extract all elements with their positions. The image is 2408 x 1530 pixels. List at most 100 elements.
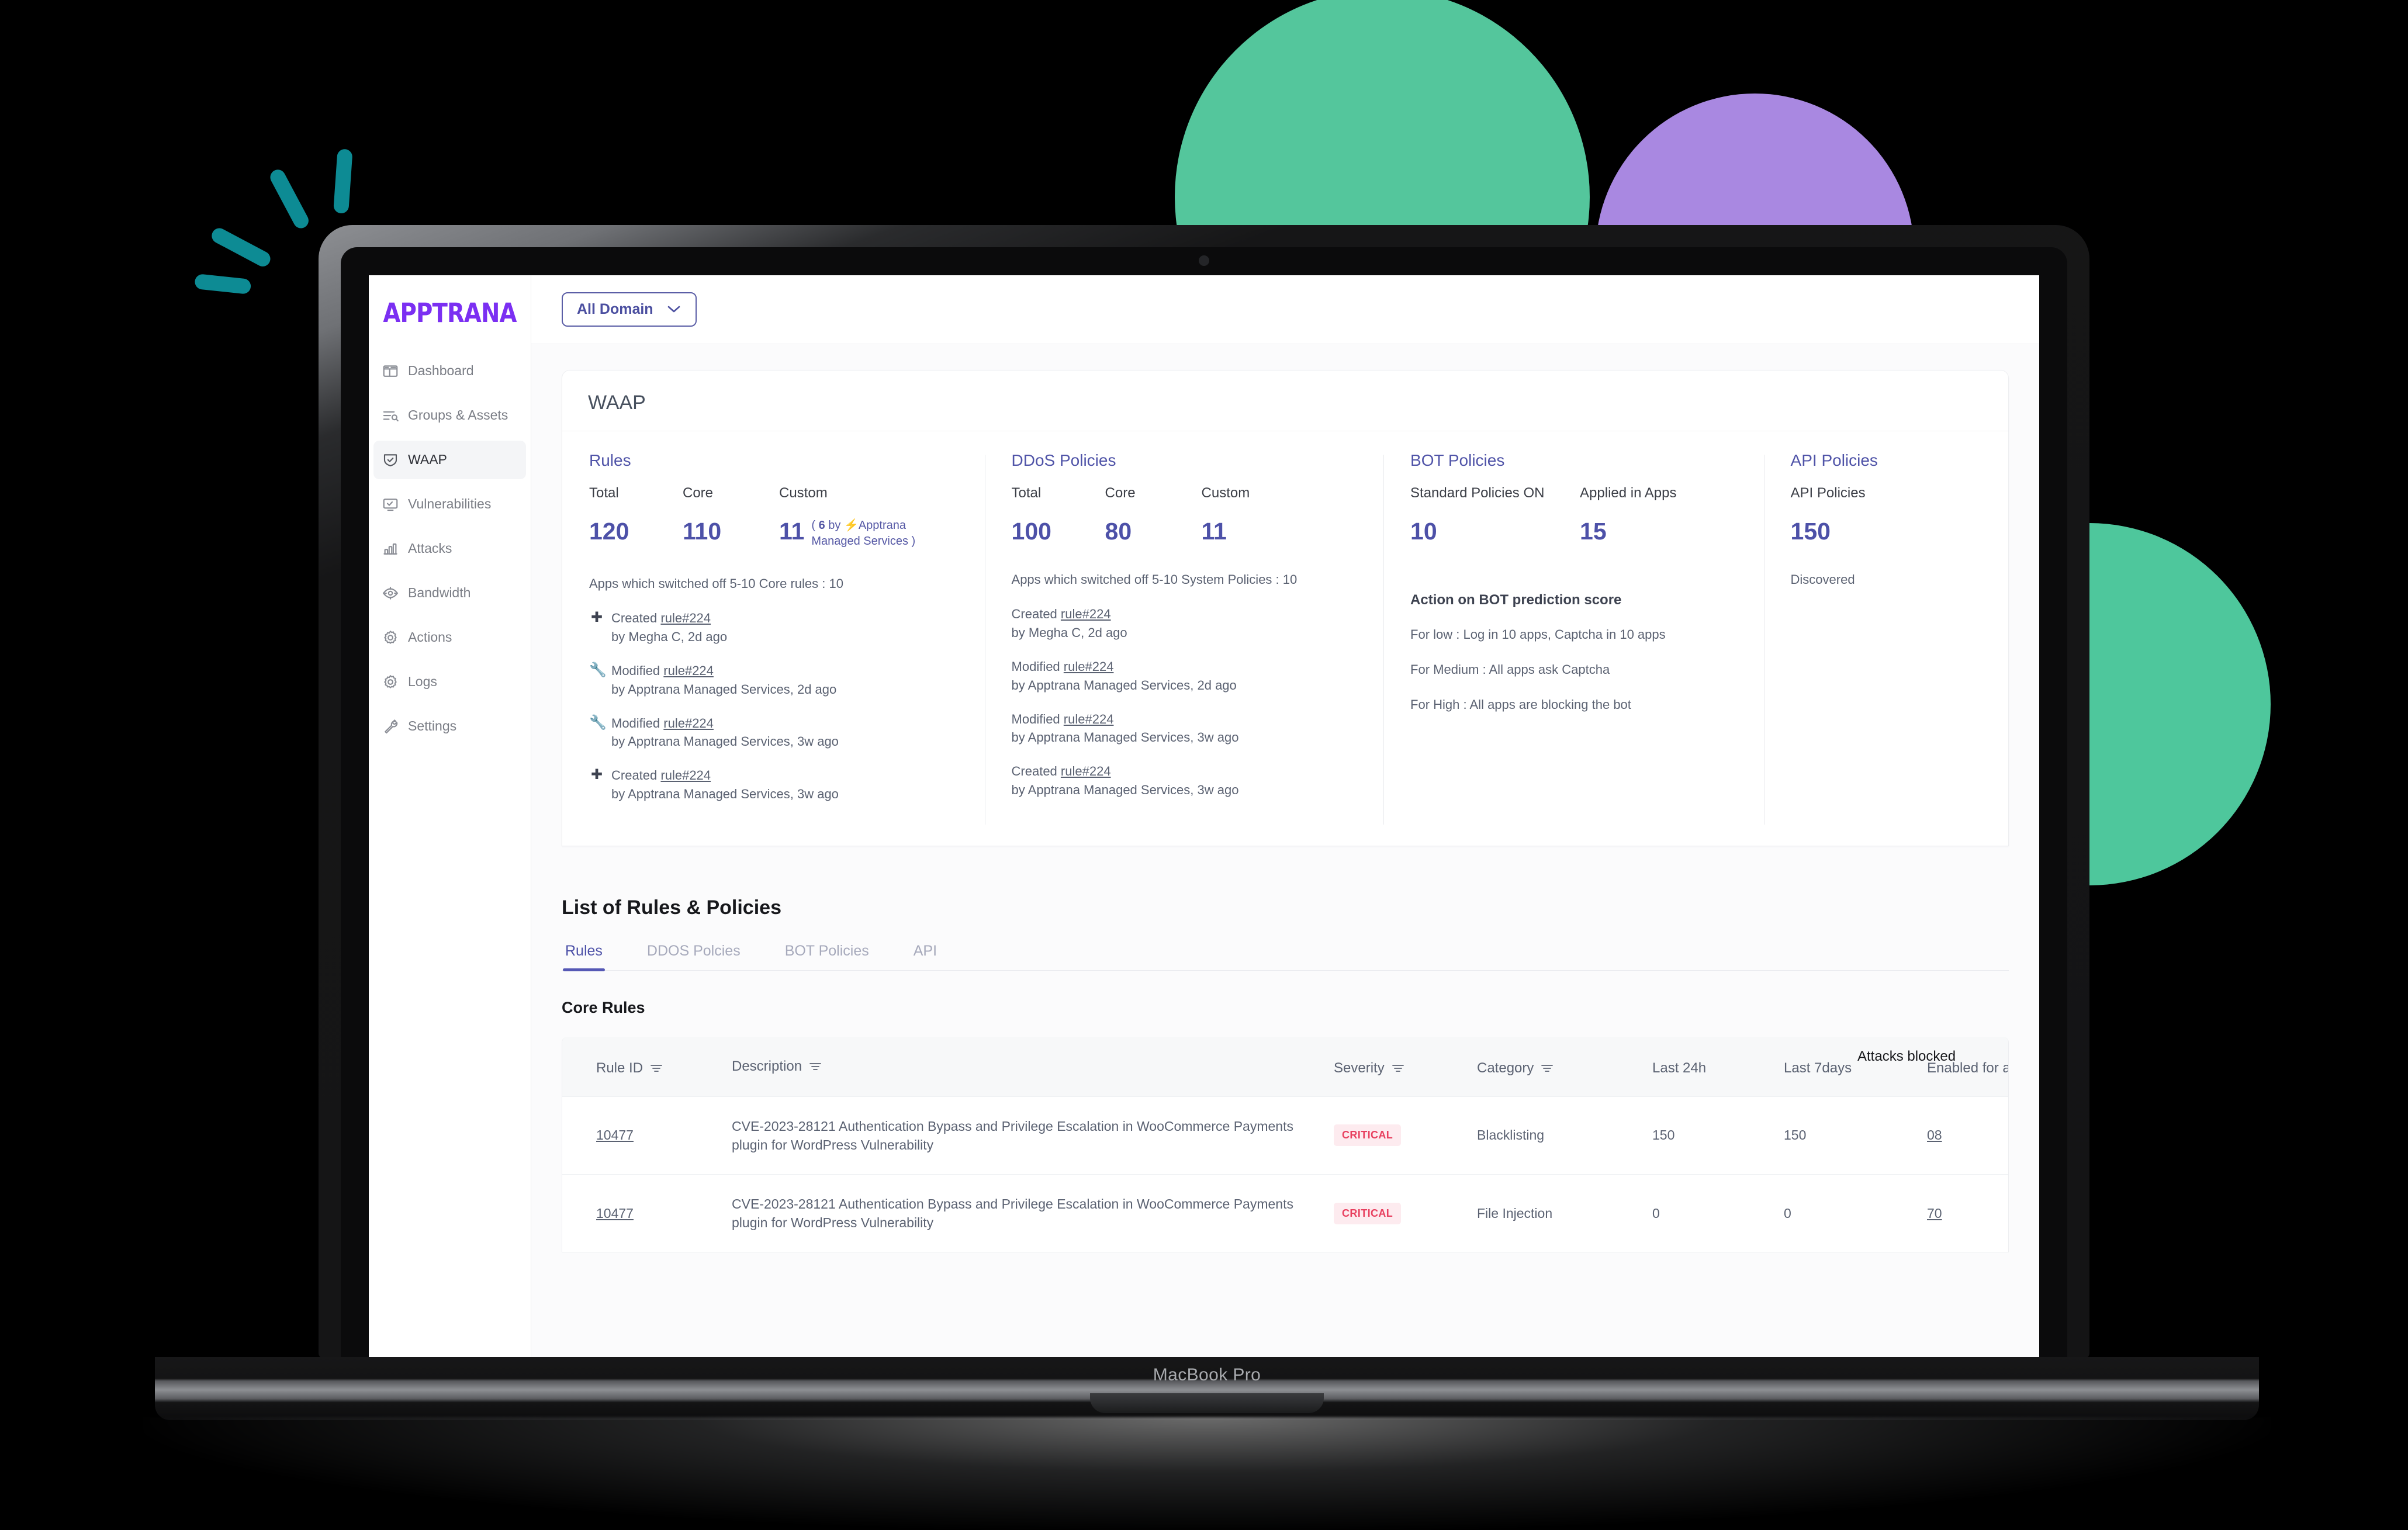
bot-action-heading: Action on BOT prediction score: [1410, 592, 1622, 608]
enabled-for-link[interactable]: 08: [1927, 1127, 1942, 1143]
chevron-down-icon: [666, 301, 681, 318]
filter-icon[interactable]: [1541, 1063, 1554, 1074]
attacks-blocked-group-header: Attacks blocked: [1857, 1048, 1956, 1065]
tab-api[interactable]: API: [914, 943, 937, 970]
waap-columns: Rules Total 120 Core 110 Custom 11 (6 b…: [562, 431, 2008, 846]
section-title: Core Rules: [562, 999, 645, 1017]
stat-label: API Policies: [1790, 485, 1866, 501]
activity-item: Created rule#224 by Apptrana Managed Serv…: [1012, 762, 1357, 799]
cell-category: Blacklisting: [1477, 1096, 1652, 1175]
column-title: Rules: [589, 451, 631, 469]
content: WAAP Rules Total 120 Core 110 Custom 11 …: [531, 344, 2039, 1253]
sidebar-item-bandwidth[interactable]: Bandwidth: [373, 574, 526, 612]
waap-column-ddos: DDoS Policies Total 100 Core 80 Custom 1…: [984, 451, 1384, 825]
rule-link[interactable]: rule#224: [660, 611, 711, 625]
filter-icon[interactable]: [650, 1063, 663, 1074]
tab-ddos-policies[interactable]: DDOS Polcies: [647, 943, 741, 970]
rule-id-link[interactable]: 10477: [596, 1127, 634, 1143]
stat-value: 110: [683, 518, 722, 545]
rule-link[interactable]: rule#224: [1061, 607, 1111, 621]
stat-value: 11: [1201, 518, 1227, 545]
domain-filter-dropdown[interactable]: All Domain: [562, 292, 697, 327]
switched-off-summary: Apps which switched off 5-10 System Poli…: [1011, 572, 1298, 587]
stat-label: Applied in Apps: [1580, 485, 1677, 501]
cell-description: CVE-2023-28121 Authentication Bypass and…: [732, 1096, 1334, 1175]
stat-label: Custom: [1201, 485, 1250, 501]
sidebar-item-label: WAAP: [408, 452, 447, 468]
monitor-check-icon: [382, 496, 399, 513]
waap-summary-card: WAAP Rules Total 120 Core 110 Custom 11 …: [562, 370, 2009, 847]
rule-link[interactable]: rule#224: [1064, 659, 1114, 674]
sidebar-item-label: Actions: [408, 629, 452, 645]
filter-icon[interactable]: [1392, 1063, 1404, 1074]
tab-rules[interactable]: Rules: [563, 943, 605, 972]
wrench-icon: [382, 718, 399, 735]
shield-check-icon: [382, 451, 399, 469]
cell-last-24h: 0: [1652, 1174, 1784, 1252]
rule-link[interactable]: rule#224: [663, 716, 714, 731]
rule-link[interactable]: rule#224: [660, 768, 711, 783]
table-row[interactable]: 10477 CVE-2023-28121 Authentication Bypa…: [562, 1174, 2008, 1252]
stat-value: 11: [779, 518, 805, 545]
activity-meta: by Apptrana Managed Services, 3w ago: [611, 787, 839, 802]
stat-value: 150: [1790, 518, 1831, 545]
app-screen: APPTRANA Dashboard Groups & Assets WAAP …: [369, 275, 2039, 1359]
groups-assets-icon: [382, 407, 399, 424]
sidebar-item-dashboard[interactable]: Dashboard: [373, 352, 526, 390]
stat-value: 15: [1580, 518, 1607, 545]
stat-total: Total 100: [1012, 485, 1105, 545]
stat-total: Total 120: [589, 485, 683, 549]
sidebar-item-groups-assets[interactable]: Groups & Assets: [373, 396, 526, 435]
bar-chart-icon: [382, 540, 399, 558]
filter-icon[interactable]: [809, 1061, 822, 1072]
column-header-rule-id[interactable]: Rule ID: [562, 1037, 732, 1096]
topbar: All Domain: [531, 275, 2039, 344]
plus-icon: ✚: [590, 767, 603, 783]
waap-column-bot: BOT Policies Standard Policies ON 10 App…: [1383, 451, 1764, 825]
sidebar-item-waap[interactable]: WAAP: [373, 441, 526, 479]
sidebar-item-actions[interactable]: Actions: [373, 618, 526, 657]
page-title: List of Rules & Policies: [562, 896, 781, 919]
cell-last-7days: 0: [1784, 1174, 1927, 1252]
activity-action: Modified: [611, 715, 660, 731]
sidebar-item-label: Groups & Assets: [408, 407, 508, 423]
sidebar-item-vulnerabilities[interactable]: Vulnerabilities: [373, 485, 526, 524]
main-area: All Domain WAAP Rules Total 120 Core 110…: [531, 275, 2039, 1359]
sidebar-item-label: Vulnerabilities: [408, 496, 492, 512]
stat-value: 100: [1011, 518, 1051, 545]
activity-action: Modified: [1011, 659, 1060, 674]
gear-icon: [382, 673, 399, 691]
rule-link[interactable]: rule#224: [1061, 764, 1111, 778]
rule-id-link[interactable]: 10477: [596, 1206, 634, 1221]
lightning-icon: ⚡: [843, 519, 859, 532]
stat-core: Core 80: [1105, 485, 1202, 545]
activity-item: Modified rule#224 by Apptrana Managed Ser…: [1012, 710, 1357, 747]
column-header-last-7days: Last 7days: [1784, 1060, 1852, 1076]
enabled-for-link[interactable]: 70: [1927, 1206, 1942, 1221]
rule-link[interactable]: rule#224: [1064, 712, 1114, 726]
column-header-last-24h: Last 24h: [1652, 1060, 1707, 1076]
rules-table: Attacks blocked Rule ID Description Seve…: [562, 1037, 2009, 1253]
activity-item: ✚ Created rule#224 by Megha C, 2d ago: [589, 609, 958, 646]
sidebar-item-logs[interactable]: Logs: [373, 663, 526, 701]
cell-last-7days: 150: [1784, 1096, 1927, 1175]
stat-label: Total: [589, 485, 619, 501]
rule-link[interactable]: rule#224: [663, 663, 714, 678]
page-root: APPTRANA Dashboard Groups & Assets WAAP …: [0, 0, 2408, 1530]
stat-custom: Custom 11 ( 6 by ⚡Apptrana Managed Servi…: [779, 485, 946, 549]
stat-api-policies: API Policies 150: [1791, 485, 1866, 545]
cell-last-24h: 150: [1652, 1096, 1784, 1175]
status-badge: CRITICAL: [1334, 1202, 1402, 1224]
column-header-category[interactable]: Category: [1477, 1037, 1652, 1096]
activity-meta: by Apptrana Managed Services, 2d ago: [611, 681, 837, 697]
tab-bot-policies[interactable]: BOT Policies: [785, 943, 869, 970]
column-header-severity[interactable]: Severity: [1334, 1037, 1477, 1096]
table-row[interactable]: 10477 CVE-2023-28121 Authentication Bypa…: [562, 1096, 2008, 1175]
column-header-description[interactable]: Description: [732, 1037, 1334, 1096]
activity-meta: by Megha C, 2d ago: [611, 629, 728, 644]
sidebar-item-attacks[interactable]: Attacks: [373, 529, 526, 568]
stat-label: Core: [683, 485, 714, 501]
sidebar-item-settings[interactable]: Settings: [373, 707, 526, 746]
sidebar-nav: Dashboard Groups & Assets WAAP Vulnerabi…: [369, 352, 531, 746]
activity-meta: by Megha C, 2d ago: [1011, 625, 1127, 640]
